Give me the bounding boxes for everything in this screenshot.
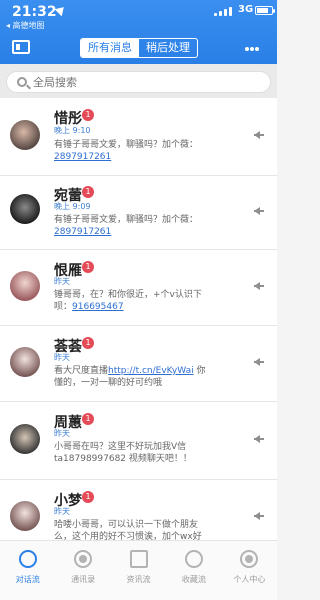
message-link[interactable]: 916695467 [72, 302, 124, 312]
reply-icon[interactable] [254, 206, 266, 218]
reply-icon[interactable] [254, 130, 266, 142]
message-time: 晚上 9:10 [54, 126, 91, 135]
more-icon[interactable] [245, 42, 259, 56]
message-text: 哈喽小哥哥，可以认识一下做个朋友 么，这个用的好不习惯诶，加个wx好 [54, 520, 202, 540]
status-bar: 21:32 ◂ 高德地图 3G [0, 0, 277, 30]
message-item[interactable]: 恨雁 1 昨天 锤哥哥，在？和你很近，+个v认识下 呗：916695467 [0, 250, 277, 326]
reply-icon[interactable] [254, 511, 266, 523]
message-list: 惜彤 1 晚上 9:10 有锤子哥哥文爱，聊骚吗？加个薇： 2897917261… [0, 98, 277, 540]
search-area [0, 64, 277, 98]
news-icon [129, 550, 148, 568]
nav-label: 通讯录 [71, 575, 96, 584]
avatar [10, 424, 40, 454]
avatar [10, 347, 40, 377]
nav-label: 个人中心 [233, 575, 266, 584]
tab-later[interactable]: 稍后处理 [139, 39, 197, 57]
signal-icon [214, 6, 236, 16]
back-to-app-link[interactable]: ◂ 高德地图 [6, 20, 45, 31]
search-input[interactable] [33, 74, 253, 90]
battery-icon [255, 6, 275, 15]
contacts-icon [74, 550, 93, 568]
message-link[interactable]: 2897917261 [54, 227, 111, 237]
menu-icon[interactable] [12, 40, 30, 54]
nav-label: 资讯流 [126, 575, 151, 584]
status-time: 21:32 [12, 4, 57, 20]
message-item[interactable]: 荟荟 1 昨天 看大尺度直播http://t.cn/EvKyWai 你 懂的，一… [0, 326, 277, 402]
top-header: 21:32 ◂ 高德地图 3G 所有消息 稍后处理 [0, 0, 277, 64]
message-time: 昨天 [54, 429, 70, 438]
message-text: 有锤子哥哥文爱，聊骚吗？加个薇： 2897917261 [54, 140, 199, 162]
message-time: 昨天 [54, 353, 70, 362]
avatar [10, 120, 40, 150]
nav-contacts[interactable]: 通讯录 [55, 541, 110, 600]
message-text: 有锤子哥哥文爱，聊骚吗？加个薇： 2897917261 [54, 215, 199, 237]
avatar [10, 501, 40, 531]
network-type: 3G [238, 4, 254, 15]
message-item[interactable]: 宛蕾 1 晚上 9:09 有锤子哥哥文爱，聊骚吗？加个薇： 2897917261 [0, 176, 277, 250]
profile-icon [240, 550, 259, 568]
bottom-nav: 对话流 通讯录 资讯流 收藏流 个人中心 [0, 540, 277, 600]
chat-icon [18, 550, 37, 568]
avatar [10, 194, 40, 224]
nav-profile[interactable]: 个人中心 [222, 541, 277, 600]
nav-favorites[interactable]: 收藏流 [166, 541, 221, 600]
message-item[interactable]: 小梦 1 昨天 哈喽小哥哥，可以认识一下做个朋友 么，这个用的好不习惯诶，加个w… [0, 480, 277, 540]
message-time: 昨天 [54, 277, 70, 286]
favorites-icon [184, 550, 203, 568]
message-time: 晚上 9:09 [54, 202, 91, 211]
nav-label: 收藏流 [181, 575, 206, 584]
nav-conversations[interactable]: 对话流 [0, 541, 55, 600]
message-time: 昨天 [54, 507, 70, 516]
nav-news[interactable]: 资讯流 [111, 541, 166, 600]
message-text: 小哥哥在吗？这里不好玩加我V信 ta18798997682 视频聊天吧！！ [54, 442, 192, 464]
search-icon [17, 77, 27, 87]
message-text: 看大尺度直播http://t.cn/EvKyWai 你 懂的，一对一聊的好可约哦 [54, 366, 206, 388]
search-box[interactable] [6, 71, 271, 93]
avatar [10, 271, 40, 301]
message-tabs: 所有消息 稍后处理 [80, 38, 198, 58]
nav-label: 对话流 [15, 575, 40, 584]
reply-icon[interactable] [254, 357, 266, 369]
message-item[interactable]: 周蕙 1 昨天 小哥哥在吗？这里不好玩加我V信 ta18798997682 视频… [0, 402, 277, 480]
message-link[interactable]: http://t.cn/EvKyWai [108, 366, 194, 376]
message-item[interactable]: 惜彤 1 晚上 9:10 有锤子哥哥文爱，聊骚吗？加个薇： 2897917261 [0, 98, 277, 176]
message-link[interactable]: 2897917261 [54, 152, 111, 162]
reply-icon[interactable] [254, 434, 266, 446]
reply-icon[interactable] [254, 281, 266, 293]
message-text: 锤哥哥，在？和你很近，+个v认识下 呗：916695467 [54, 290, 202, 312]
tab-all-messages[interactable]: 所有消息 [81, 39, 139, 57]
